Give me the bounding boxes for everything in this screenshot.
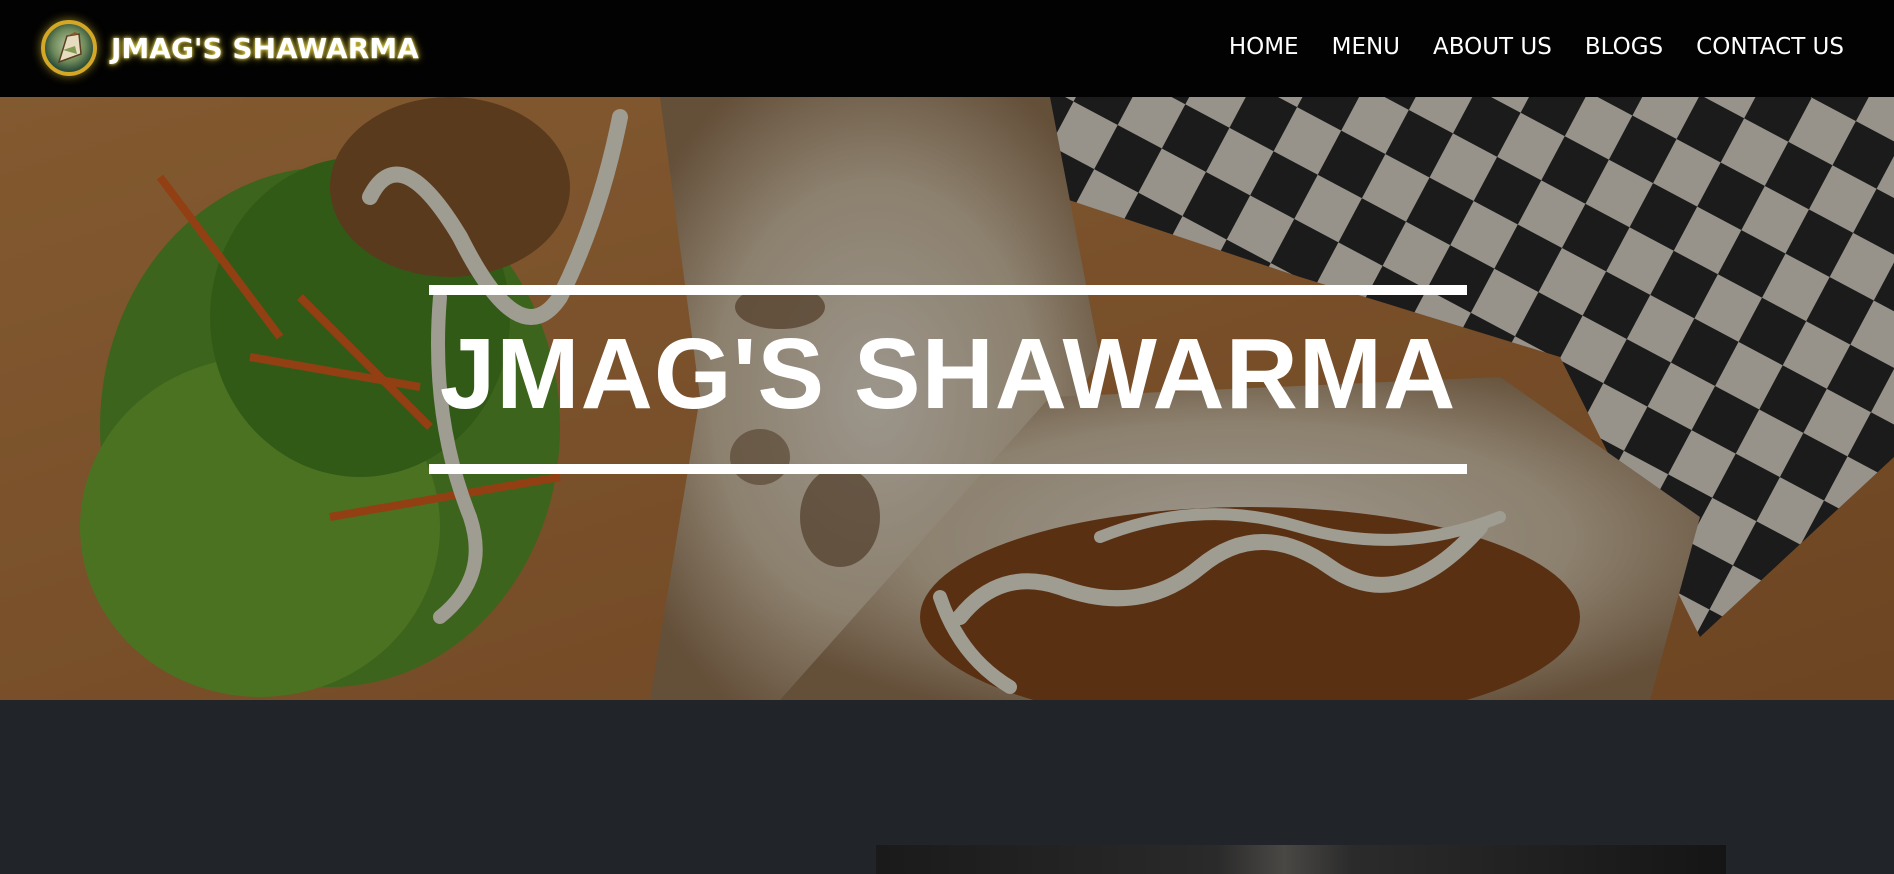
hero-rule-bottom <box>429 464 1467 474</box>
nav-links: HOME MENU ABOUT US BLOGS CONTACT US <box>1196 34 1844 60</box>
brand[interactable]: JMAG'S SHAWARMA <box>41 20 419 76</box>
nav-link-about-us[interactable]: ABOUT US <box>1433 34 1552 60</box>
hero-banner: JMAG'S SHAWARMA <box>0 97 1894 700</box>
nav-link-blogs[interactable]: BLOGS <box>1585 34 1663 60</box>
nav-link-menu[interactable]: MENU <box>1332 34 1400 60</box>
hero-rule-top <box>429 285 1467 295</box>
top-navbar: JMAG'S SHAWARMA HOME MENU ABOUT US BLOGS… <box>0 0 1894 97</box>
shawarma-logo-icon <box>41 20 97 76</box>
section-image <box>876 845 1726 874</box>
hero-title: JMAG'S SHAWARMA <box>439 318 1457 430</box>
nav-link-home[interactable]: HOME <box>1229 34 1299 60</box>
nav-link-contact-us[interactable]: CONTACT US <box>1696 34 1844 60</box>
hero-title-block: JMAG'S SHAWARMA <box>429 285 1467 474</box>
content-section <box>0 700 1894 874</box>
brand-name: JMAG'S SHAWARMA <box>111 31 419 65</box>
